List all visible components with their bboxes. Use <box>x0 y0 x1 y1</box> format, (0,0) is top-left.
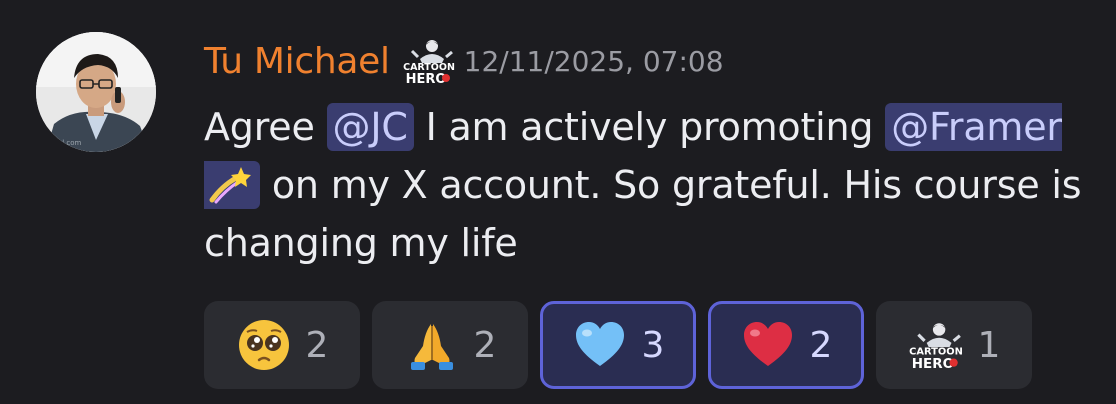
reaction-cartoon-hero[interactable]: CARTOON HERO 1 <box>876 301 1032 389</box>
cartoon-hero-icon: CARTOON HERO <box>908 317 964 373</box>
light-blue-heart-icon <box>572 317 628 373</box>
reaction-count: 2 <box>809 324 833 366</box>
user-avatar[interactable]: ial.com <box>36 32 156 152</box>
shooting-star-icon <box>208 162 254 204</box>
folded-hands-icon <box>404 317 460 373</box>
reaction-red-heart[interactable]: 2 <box>708 301 864 389</box>
message-text-part: Agree <box>204 105 327 149</box>
message-text-part: on my X account. So grateful. His course… <box>204 163 1082 265</box>
reaction-count: 1 <box>977 324 1001 366</box>
avatar-photo: ial.com <box>36 32 156 152</box>
chat-message: ial.com Tu Michael CARTOON HERO 12/11/20… <box>0 0 1116 404</box>
author-name[interactable]: Tu Michael <box>204 41 390 82</box>
reaction-light-blue-heart[interactable]: 3 <box>540 301 696 389</box>
reaction-folded-hands[interactable]: 2 <box>372 301 528 389</box>
message-text-part: I am actively promoting <box>413 105 886 149</box>
reaction-count: 3 <box>641 324 665 366</box>
role-badge-icon: CARTOON HERO <box>402 37 456 87</box>
reaction-pleading-face[interactable]: 2 <box>204 301 360 389</box>
reaction-count: 2 <box>473 324 497 366</box>
message-header: Tu Michael CARTOON HERO 12/11/2025, 07:0… <box>204 36 724 87</box>
pleading-face-icon <box>236 317 292 373</box>
reaction-bar: 2 2 3 2 CARTOON HERO 1 <box>204 301 1032 389</box>
mention-jc[interactable]: @JC <box>326 103 414 151</box>
avatar-caption: ial.com <box>56 139 82 147</box>
red-heart-icon <box>740 317 796 373</box>
message-content: Agree @JC I am actively promoting @Frame… <box>204 98 1104 272</box>
mention-framer-label: @Framer <box>891 105 1062 149</box>
svg-text:HERO: HERO <box>911 356 953 370</box>
reaction-count: 2 <box>305 324 329 366</box>
message-timestamp[interactable]: 12/11/2025, 07:08 <box>464 45 724 78</box>
badge-text-bottom: HERO <box>405 72 446 85</box>
